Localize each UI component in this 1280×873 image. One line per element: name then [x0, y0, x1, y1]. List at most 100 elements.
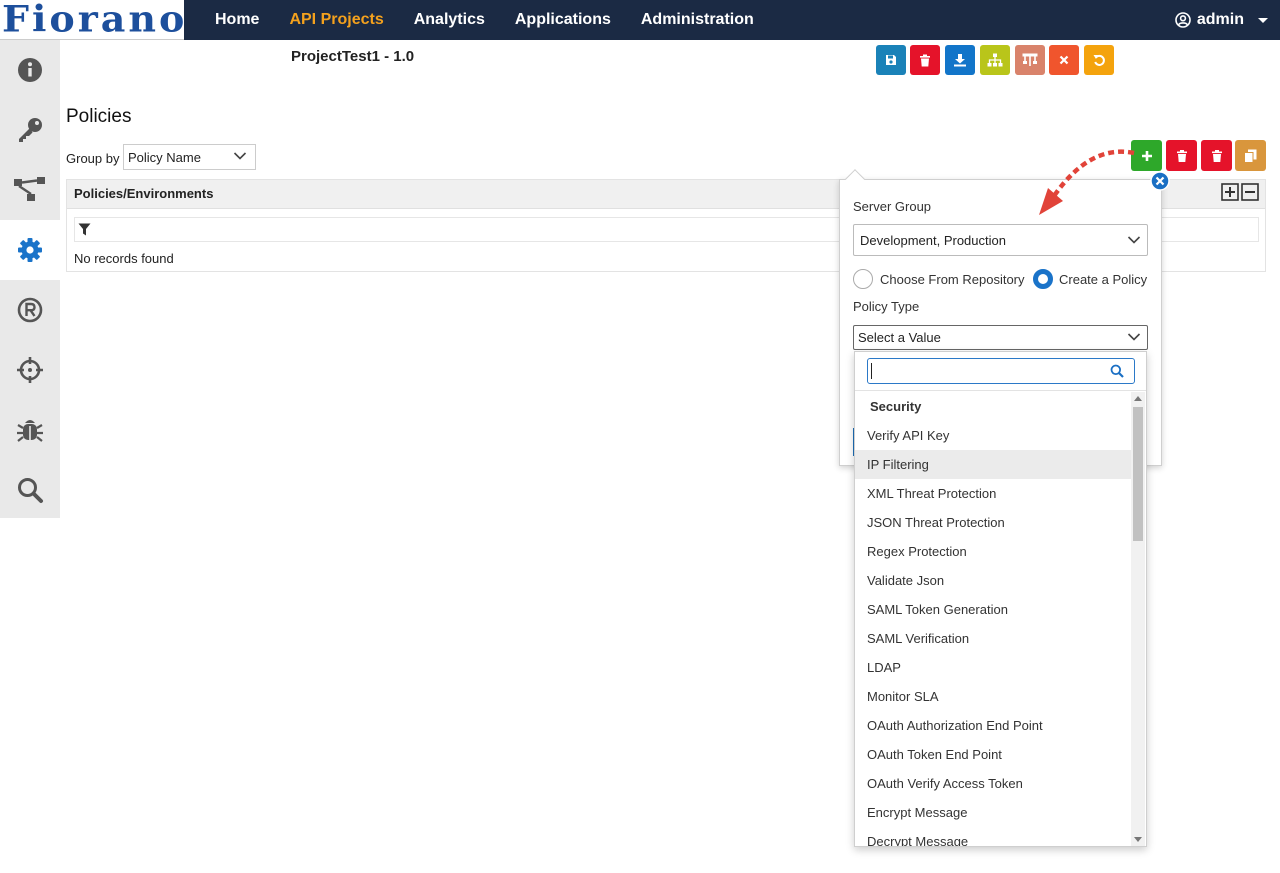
- annotation-arrow: [1039, 149, 1135, 215]
- dropdown-option[interactable]: JSON Threat Protection: [855, 508, 1131, 537]
- nav-administration[interactable]: Administration: [626, 0, 769, 40]
- nav-api-projects[interactable]: API Projects: [274, 0, 398, 40]
- main-nav: Home API Projects Analytics Applications…: [200, 0, 769, 40]
- radio-choose-repository[interactable]: [853, 269, 873, 289]
- server-group-value: Development, Production: [860, 233, 1006, 248]
- dropdown-option[interactable]: IP Filtering: [855, 450, 1131, 479]
- sidebar-item-target[interactable]: [0, 340, 60, 400]
- crosshair-icon: [17, 357, 43, 383]
- sidebar-item-settings[interactable]: [0, 220, 60, 280]
- policy-type-dropdown: Security Verify API Key IP Filtering XML…: [854, 351, 1147, 847]
- copy-icon: [1244, 149, 1257, 163]
- dropdown-option[interactable]: LDAP: [855, 653, 1131, 682]
- logo-text: Fiorano: [2, 0, 188, 40]
- save-icon: [886, 55, 896, 65]
- hierarchy-button[interactable]: [980, 45, 1010, 75]
- text-cursor: [871, 363, 872, 379]
- sitemap-icon: [987, 53, 1003, 67]
- trash-icon: [1211, 149, 1222, 162]
- sidebar-item-registry[interactable]: [0, 280, 60, 340]
- sidebar-item-info[interactable]: [0, 40, 60, 100]
- radio-choose-repository-label: Choose From Repository: [880, 272, 1025, 287]
- registered-icon: [17, 297, 43, 323]
- search-icon: [18, 478, 43, 503]
- dropdown-option[interactable]: SAML Verification: [855, 624, 1131, 653]
- scroll-thumb[interactable]: [1133, 407, 1143, 541]
- empty-message: No records found: [74, 251, 174, 266]
- delete-all-policies-button[interactable]: [1201, 140, 1232, 171]
- download-button[interactable]: [945, 45, 975, 75]
- dropdown-option[interactable]: Validate Json: [855, 566, 1131, 595]
- radio-create-policy[interactable]: [1033, 269, 1053, 289]
- sidebar: [0, 40, 60, 518]
- download-icon: [954, 54, 966, 67]
- dropdown-option[interactable]: OAuth Token End Point: [855, 740, 1131, 769]
- server-group-select[interactable]: Development, Production: [853, 224, 1148, 256]
- user-name: admin: [1196, 11, 1244, 28]
- close-popover-icon[interactable]: [1150, 171, 1170, 191]
- dropdown-option[interactable]: Encrypt Message: [855, 798, 1131, 827]
- dropdown-separator: [855, 390, 1146, 391]
- save-button[interactable]: [876, 45, 906, 75]
- sidebar-item-keys[interactable]: [0, 100, 60, 160]
- delete-project-button[interactable]: [910, 45, 940, 75]
- delete-policy-button[interactable]: [1166, 140, 1197, 171]
- user-menu[interactable]: admin: [1175, 0, 1268, 40]
- dropdown-option[interactable]: Regex Protection: [855, 537, 1131, 566]
- sidebar-item-flow[interactable]: [0, 160, 60, 220]
- scroll-up-icon[interactable]: [1134, 396, 1142, 401]
- close-project-button[interactable]: [1049, 45, 1079, 75]
- flow-tree-icon: [1022, 53, 1038, 66]
- bug-icon: [17, 420, 43, 442]
- logo[interactable]: Fiorano: [0, 0, 184, 40]
- copy-policy-button[interactable]: [1235, 140, 1266, 171]
- dropdown-option[interactable]: Monitor SLA: [855, 682, 1131, 711]
- policies-title: Policies: [66, 106, 132, 127]
- dropdown-option[interactable]: XML Threat Protection: [855, 479, 1131, 508]
- scroll-down-icon[interactable]: [1134, 837, 1142, 842]
- project-title: ProjectTest1 - 1.0: [291, 48, 415, 65]
- chevron-down-icon: [1127, 333, 1141, 341]
- group-by-select[interactable]: Policy Name: [123, 144, 256, 170]
- dropdown-group-header: Security: [870, 399, 922, 414]
- radio-create-policy-label: Create a Policy: [1059, 272, 1148, 287]
- dropdown-option[interactable]: Verify API Key: [855, 421, 1131, 450]
- dropdown-option[interactable]: OAuth Authorization End Point: [855, 711, 1131, 740]
- nav-analytics[interactable]: Analytics: [399, 0, 500, 40]
- dropdown-option[interactable]: OAuth Verify Access Token: [855, 769, 1131, 798]
- flow-button[interactable]: [1015, 45, 1045, 75]
- filter-icon[interactable]: [78, 223, 91, 236]
- sidebar-item-debug[interactable]: [0, 400, 60, 460]
- dropdown-option[interactable]: Decrypt Message: [855, 827, 1131, 846]
- group-by-value: Policy Name: [128, 150, 201, 165]
- info-icon: [18, 58, 42, 82]
- expand-all-icon[interactable]: [1221, 183, 1239, 201]
- policy-type-placeholder: Select a Value: [858, 330, 941, 345]
- collapse-all-icon[interactable]: [1241, 183, 1259, 201]
- undo-icon: [1093, 54, 1105, 66]
- chevron-down-icon: [233, 152, 247, 160]
- dropdown-scrollbar[interactable]: [1131, 392, 1145, 846]
- grid-column-header: Policies/Environments: [74, 186, 214, 201]
- settings-icon: [18, 238, 42, 262]
- undo-button[interactable]: [1084, 45, 1114, 75]
- group-by-label: Group by: [66, 151, 120, 166]
- policy-type-select[interactable]: Select a Value: [853, 325, 1148, 350]
- top-navbar: Fiorano Home API Projects Analytics Appl…: [0, 0, 1280, 40]
- chevron-down-icon: [1127, 236, 1141, 244]
- search-icon: [1110, 364, 1124, 378]
- dropdown-search-input[interactable]: [867, 358, 1135, 384]
- policy-type-label: Policy Type: [853, 299, 920, 314]
- flow-icon: [14, 177, 45, 201]
- sidebar-item-search[interactable]: [0, 460, 60, 520]
- nav-applications[interactable]: Applications: [500, 0, 626, 40]
- trash-icon: [920, 54, 930, 66]
- close-icon: [1059, 55, 1069, 65]
- dropdown-list: Security Verify API Key IP Filtering XML…: [855, 392, 1131, 846]
- plus-icon: [1141, 150, 1152, 161]
- dropdown-option[interactable]: SAML Token Generation: [855, 595, 1131, 624]
- user-circle-icon: [1175, 12, 1191, 28]
- server-group-label: Server Group: [853, 199, 932, 214]
- nav-home[interactable]: Home: [200, 0, 274, 40]
- expand-collapse-controls: [1221, 183, 1259, 201]
